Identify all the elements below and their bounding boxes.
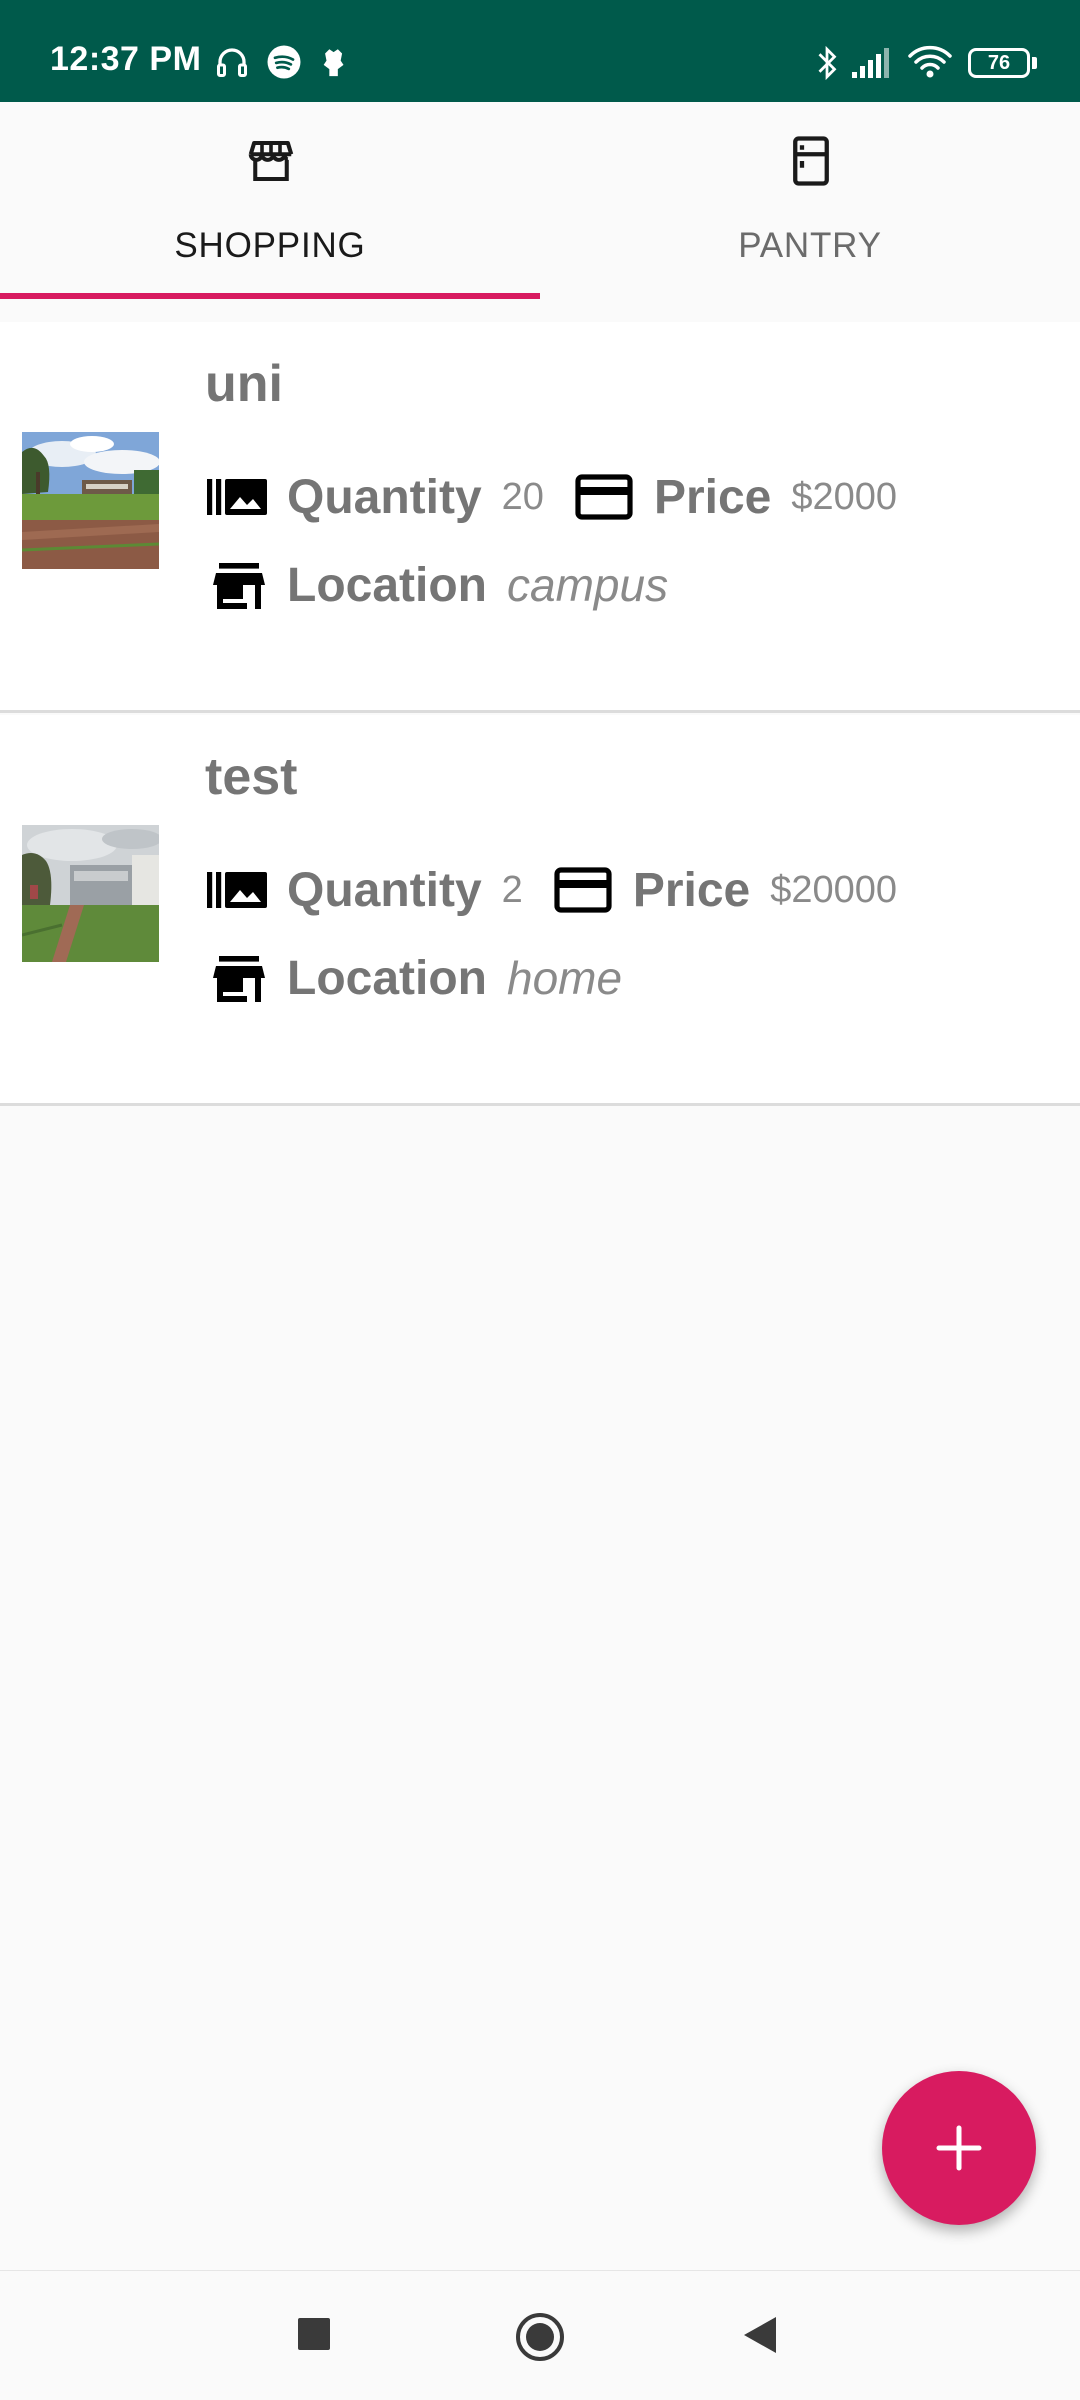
navigation-bar bbox=[0, 2270, 1080, 2400]
item-location-row: Location home bbox=[205, 943, 650, 1013]
credit-card-icon bbox=[572, 469, 638, 525]
recents-icon[interactable] bbox=[296, 2316, 332, 2357]
tab-shopping-label: SHOPPING bbox=[174, 226, 366, 265]
tab-indicator bbox=[0, 293, 540, 299]
price-value: $20000 bbox=[770, 868, 898, 911]
add-item-button[interactable] bbox=[882, 2071, 1036, 2225]
credit-card-icon bbox=[551, 862, 617, 918]
tab-shopping[interactable]: SHOPPING bbox=[0, 102, 540, 302]
back-icon[interactable] bbox=[740, 2315, 780, 2360]
fridge-icon bbox=[784, 134, 838, 188]
item-name: uni bbox=[205, 355, 283, 413]
list-item[interactable]: uni Quantity 20 Price $2000 Location cam… bbox=[0, 322, 1080, 713]
status-time: 12:37 PM bbox=[50, 40, 202, 78]
spotify-icon bbox=[266, 44, 302, 85]
item-details-row: Quantity 20 Price $2000 bbox=[205, 462, 925, 532]
home-icon[interactable] bbox=[514, 2311, 566, 2368]
location-label: Location bbox=[287, 951, 487, 1005]
status-bar: 12:37 PM 76 bbox=[0, 0, 1080, 102]
plus-icon bbox=[936, 2125, 982, 2171]
quantity-label: Quantity bbox=[287, 470, 482, 524]
location-label: Location bbox=[287, 558, 487, 612]
quantity-value: 2 bbox=[501, 868, 523, 911]
item-thumbnail[interactable] bbox=[22, 432, 159, 569]
tab-pantry[interactable]: PANTRY bbox=[540, 102, 1080, 302]
tab-bar: SHOPPING PANTRY bbox=[0, 102, 1080, 302]
battery-tip bbox=[1032, 57, 1037, 69]
photo-library-icon bbox=[205, 469, 271, 525]
store-icon bbox=[205, 950, 271, 1006]
item-details-row: Quantity 2 Price $20000 bbox=[205, 855, 925, 925]
signal-icon bbox=[850, 44, 894, 85]
tab-pantry-label: PANTRY bbox=[738, 226, 882, 265]
photo-library-icon bbox=[205, 862, 271, 918]
store-icon bbox=[244, 134, 298, 188]
quantity-value: 20 bbox=[501, 475, 544, 518]
price-value: $2000 bbox=[791, 475, 898, 518]
quantity-label: Quantity bbox=[287, 863, 482, 917]
list-item[interactable]: test Quantity 2 Price $20000 Location ho… bbox=[0, 715, 1080, 1106]
battery-icon: 76 bbox=[968, 48, 1030, 78]
price-label: Price bbox=[653, 470, 772, 524]
price-label: Price bbox=[632, 863, 751, 917]
item-name: test bbox=[205, 748, 298, 806]
notification-icon bbox=[318, 44, 352, 85]
app-screen: 12:37 PM 76 SHOPPING PANTRY uni Quantity… bbox=[0, 0, 1080, 2400]
wifi-icon bbox=[906, 44, 954, 85]
headphones-icon bbox=[214, 44, 250, 85]
location-value: home bbox=[507, 952, 623, 1004]
shopping-list: uni Quantity 20 Price $2000 Location cam… bbox=[0, 322, 1080, 1108]
location-value: campus bbox=[507, 559, 669, 611]
bluetooth-icon bbox=[812, 44, 842, 87]
store-icon bbox=[205, 557, 271, 613]
item-location-row: Location campus bbox=[205, 550, 696, 620]
item-thumbnail[interactable] bbox=[22, 825, 159, 962]
